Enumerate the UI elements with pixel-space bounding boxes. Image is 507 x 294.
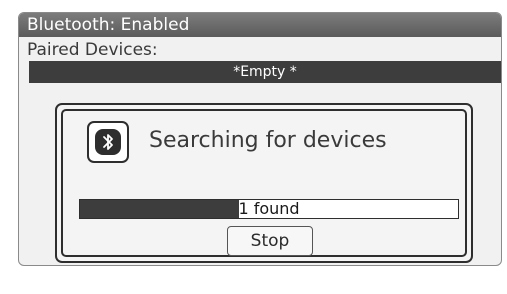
bluetooth-glyph-icon: [95, 129, 121, 155]
title-bar: Bluetooth: Enabled: [19, 13, 501, 37]
bluetooth-screen: Bluetooth: Enabled Paired Devices: *Empt…: [18, 12, 502, 266]
searching-message: Searching for devices: [149, 128, 387, 153]
search-progress-bar: 1 found 1 found: [79, 199, 459, 219]
bluetooth-icon: [87, 121, 129, 163]
search-dialog-frame: Searching for devices 1 found 1 found St…: [61, 109, 467, 257]
paired-devices-label: Paired Devices:: [27, 40, 158, 60]
search-dialog: Searching for devices 1 found 1 found St…: [55, 103, 473, 263]
progress-label-overlay-text: 1 found: [80, 200, 239, 218]
progress-label-overlay: 1 found: [80, 200, 239, 218]
paired-devices-empty-item[interactable]: *Empty *: [29, 61, 501, 83]
stop-button[interactable]: Stop: [227, 226, 313, 256]
